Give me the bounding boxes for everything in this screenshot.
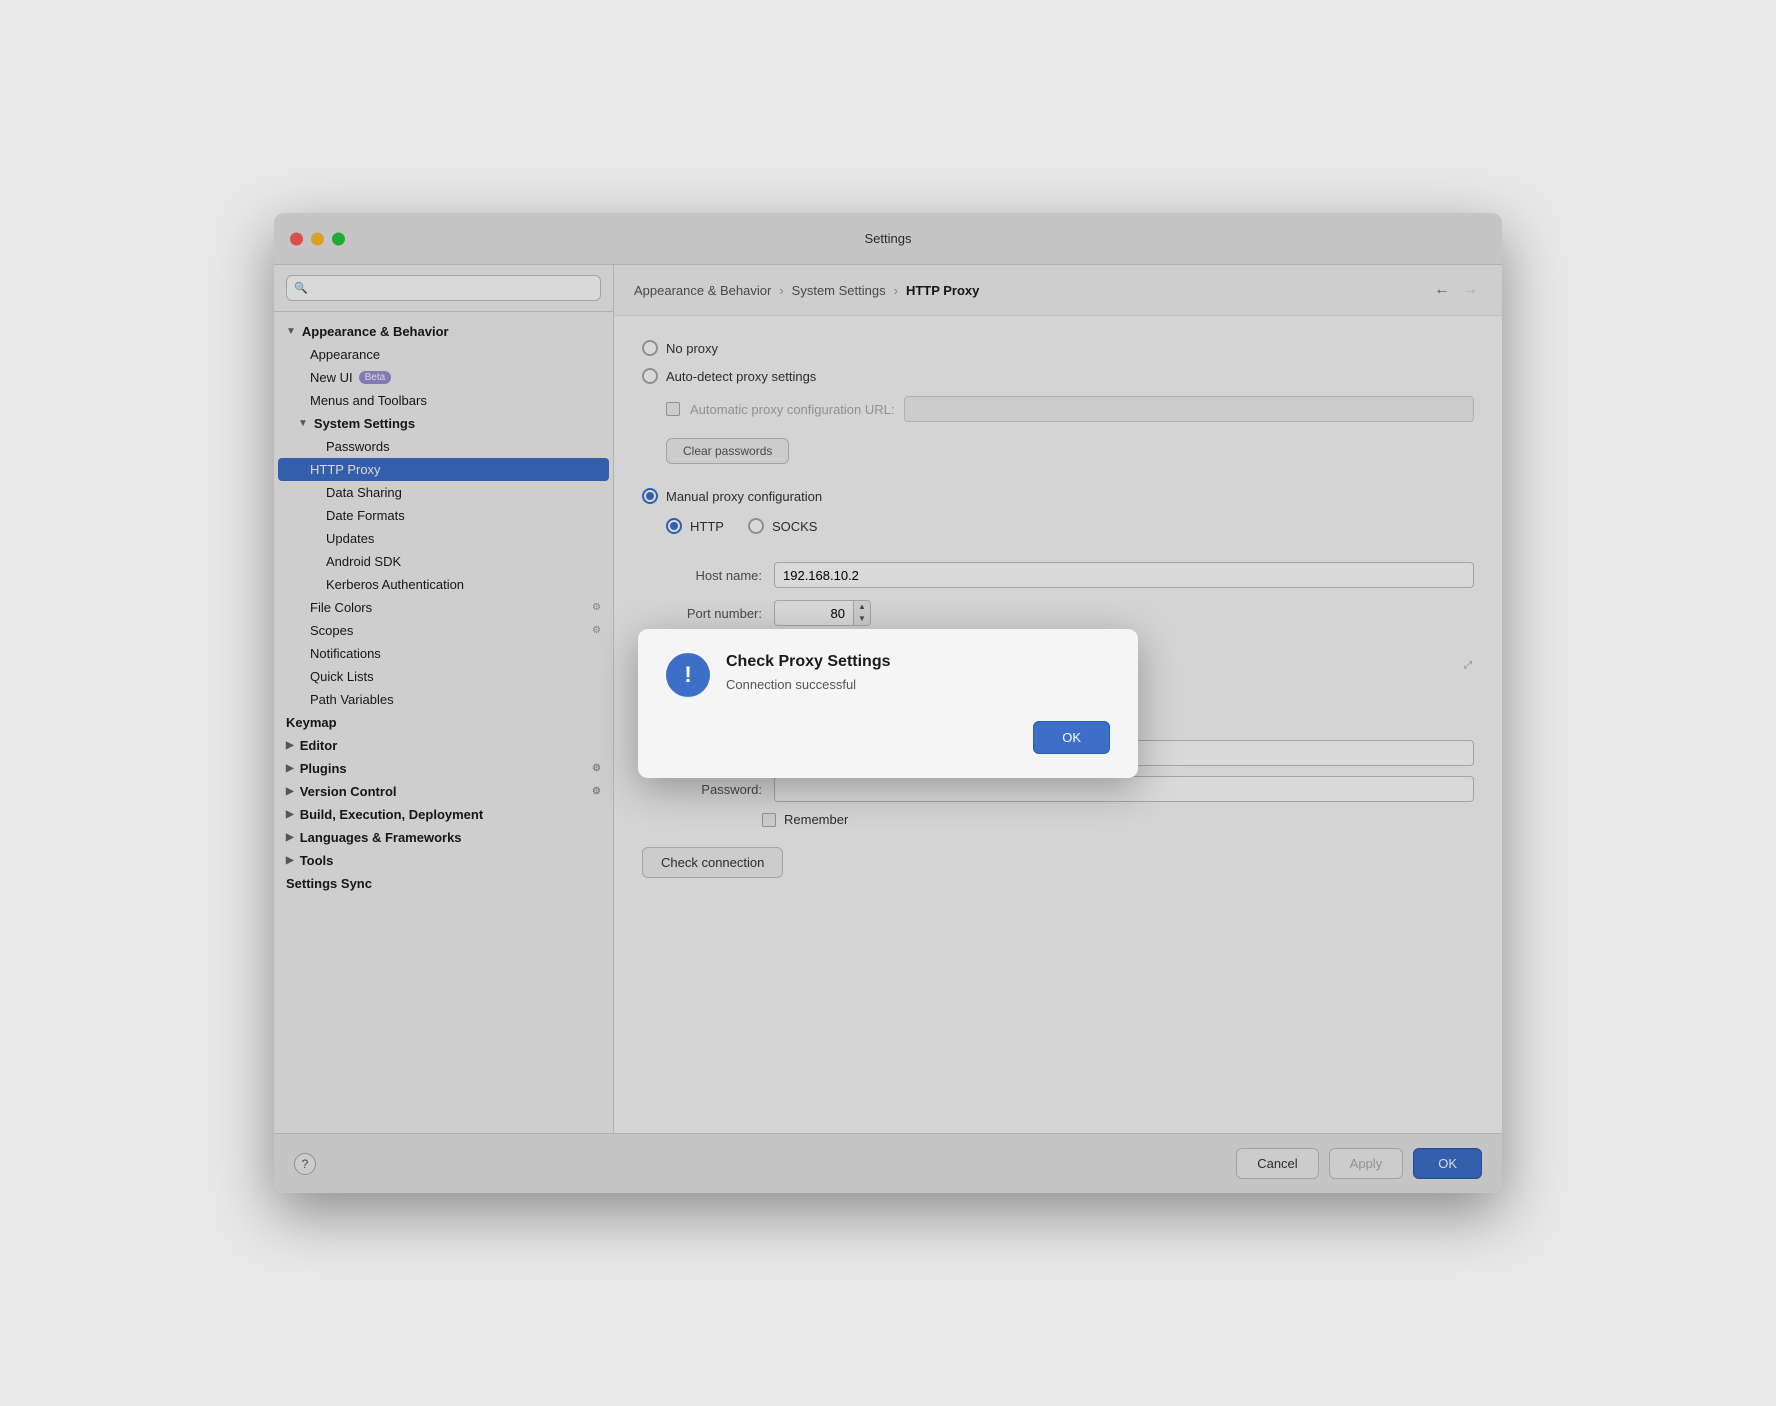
dialog-header: ! Check Proxy Settings Connection succes…: [666, 653, 1110, 697]
main-content: 🔍 ▼ Appearance & Behavior Appearance New…: [274, 265, 1502, 1133]
dialog-footer: OK: [666, 721, 1110, 754]
info-icon: !: [666, 653, 710, 697]
dialog-title: Check Proxy Settings: [726, 653, 1110, 671]
settings-window: Settings 🔍 ▼ Appearance & Behavior Appea…: [274, 213, 1502, 1193]
dialog-overlay: ! Check Proxy Settings Connection succes…: [614, 265, 1502, 1133]
content-area: Appearance & Behavior › System Settings …: [614, 265, 1502, 1133]
dialog-ok-button[interactable]: OK: [1033, 721, 1110, 754]
dialog-message: Connection successful: [726, 677, 1110, 692]
dialog-text-content: Check Proxy Settings Connection successf…: [726, 653, 1110, 692]
check-proxy-dialog: ! Check Proxy Settings Connection succes…: [638, 629, 1138, 778]
